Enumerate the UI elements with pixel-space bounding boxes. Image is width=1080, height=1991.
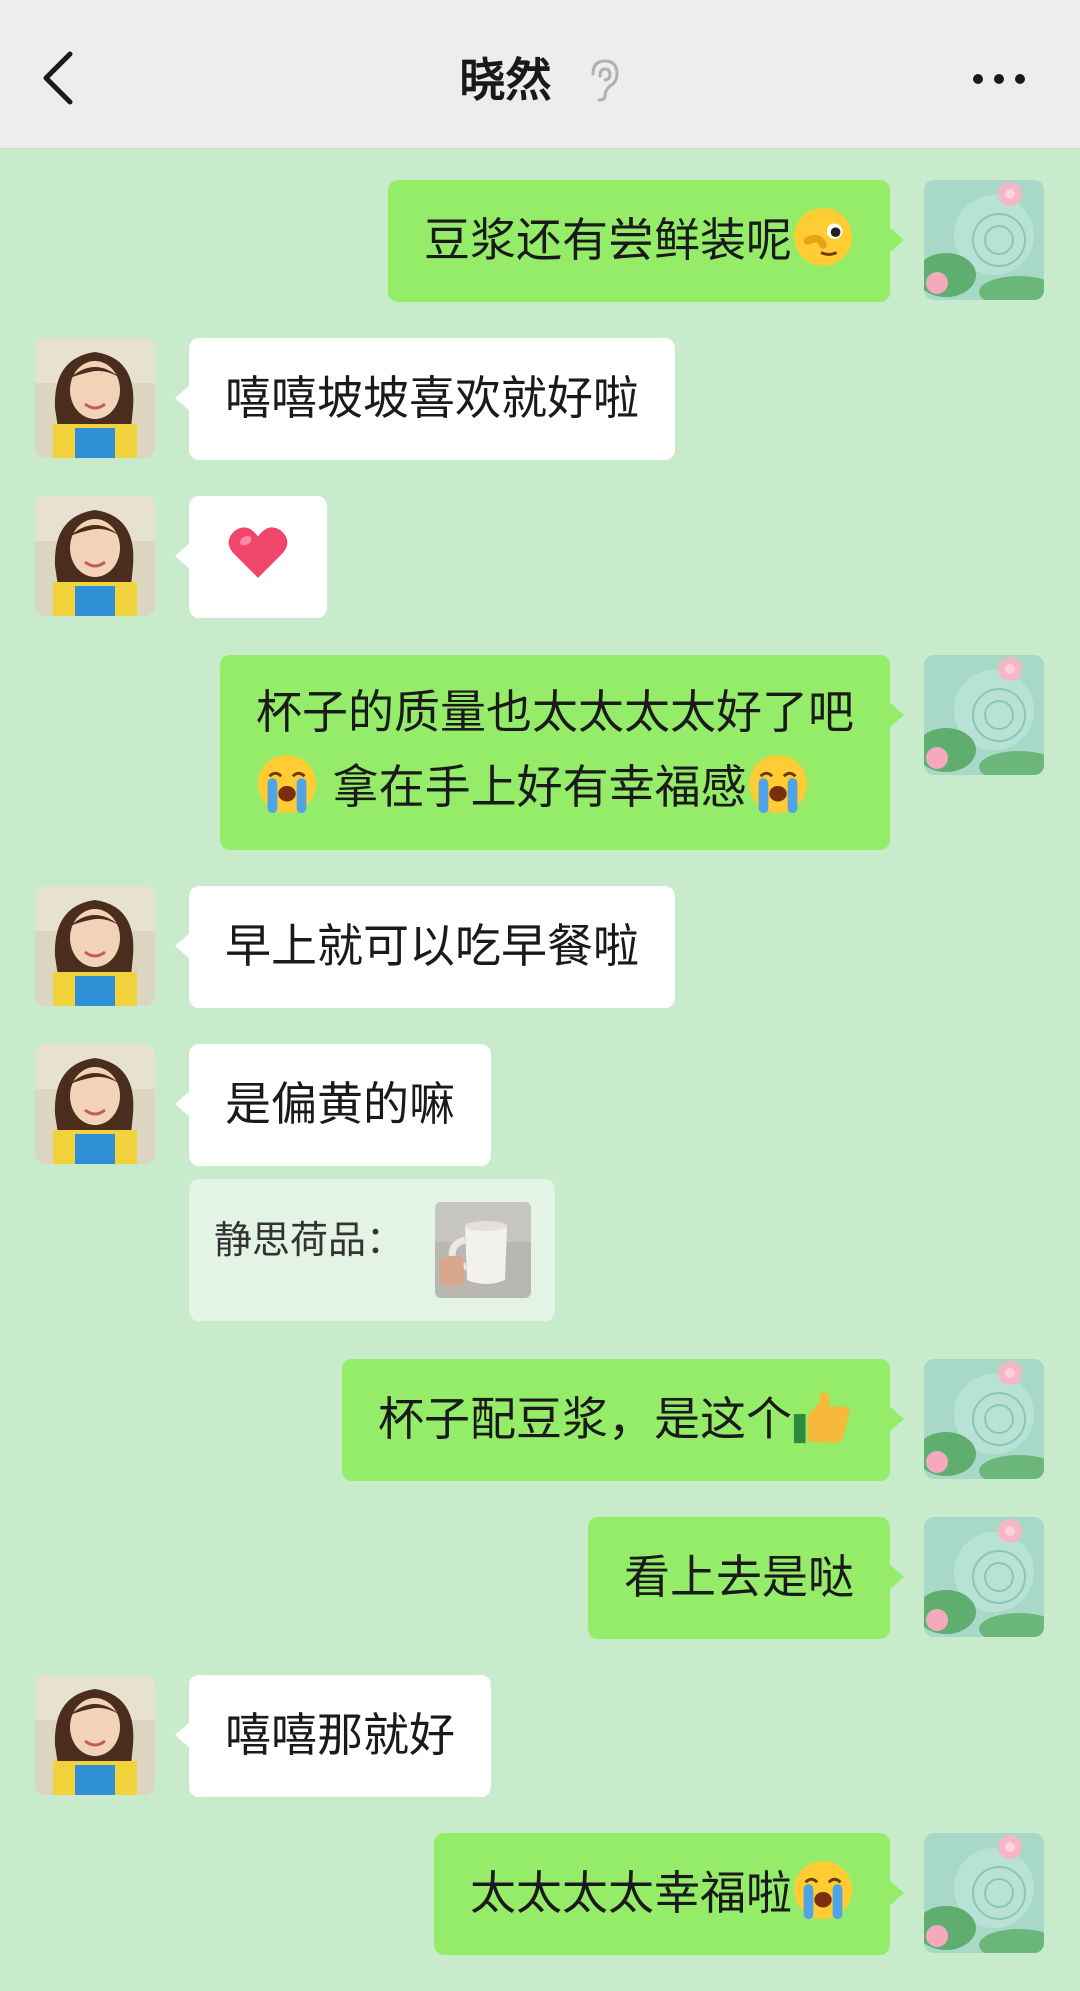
message-text: 太太太太幸福啦 [470,1866,792,1920]
contact-avatar[interactable] [35,496,155,616]
contact-avatar[interactable] [35,338,155,458]
message-bubble[interactable]: 豆浆还有尝鲜装呢 [388,180,904,302]
heart-emoji-icon [225,518,291,584]
quote-label: 静思荷品： [214,1218,405,1262]
message-bubble[interactable]: 看上去是哒 [588,1517,904,1639]
title-bar: 晓然 [0,0,1080,149]
message-text: 看上去是哒 [624,1550,854,1604]
ear-icon [591,59,619,102]
message-bubble[interactable]: 嘻嘻坡坡喜欢就好啦 [175,338,675,460]
chat-title: 晓然 [459,53,552,107]
message-text: 杯子配豆浆，是这个 [378,1392,792,1446]
message-text: 嘻嘻坡坡喜欢就好啦 [225,371,639,425]
contact-avatar[interactable] [35,1675,155,1795]
crying-emoji-icon [747,753,809,815]
message-bubble[interactable]: 杯子配豆浆，是这个 [342,1359,904,1481]
message-text: 早上就可以吃早餐啦 [225,919,639,973]
my-avatar[interactable] [924,1359,1044,1479]
my-avatar[interactable] [924,1517,1044,1637]
message-line-2: 拿在手上好有幸福感 [256,750,854,825]
my-avatar[interactable] [924,1833,1044,1953]
message-bubble[interactable]: 早上就可以吃早餐啦 [175,886,675,1008]
my-avatar[interactable] [924,655,1044,775]
contact-avatar[interactable] [35,1044,155,1164]
message-bubble[interactable]: 是偏黄的嘛 [175,1044,491,1166]
message-text: 杯子的质量也太太太太好了吧 [256,685,854,739]
my-avatar[interactable] [924,180,1044,300]
message-text: 豆浆还有尝鲜装呢 [424,213,792,267]
message-bubble[interactable]: 太太太太幸福啦 [434,1833,904,1955]
message-bubble[interactable]: 杯子的质量也太太太太好了吧 拿在手上好有幸福感 [220,655,904,850]
message-bubble[interactable] [175,496,327,618]
message-text: 嘻嘻那就好 [225,1708,455,1762]
crying-emoji-icon [256,753,318,815]
wink-emoji-icon [792,206,854,268]
quoted-message[interactable]: 静思荷品： [189,1179,555,1321]
mug-photo-thumbnail[interactable] [435,1202,531,1298]
contact-avatar[interactable] [35,886,155,1006]
thumbs-up-emoji-icon [792,1385,854,1447]
more-icon[interactable] [972,72,1026,86]
message-text: 是偏黄的嘛 [225,1077,455,1131]
message-bubble[interactable]: 嘻嘻那就好 [175,1675,491,1797]
crying-emoji-icon [792,1859,854,1921]
message-text: 拿在手上好有幸福感 [332,760,747,814]
